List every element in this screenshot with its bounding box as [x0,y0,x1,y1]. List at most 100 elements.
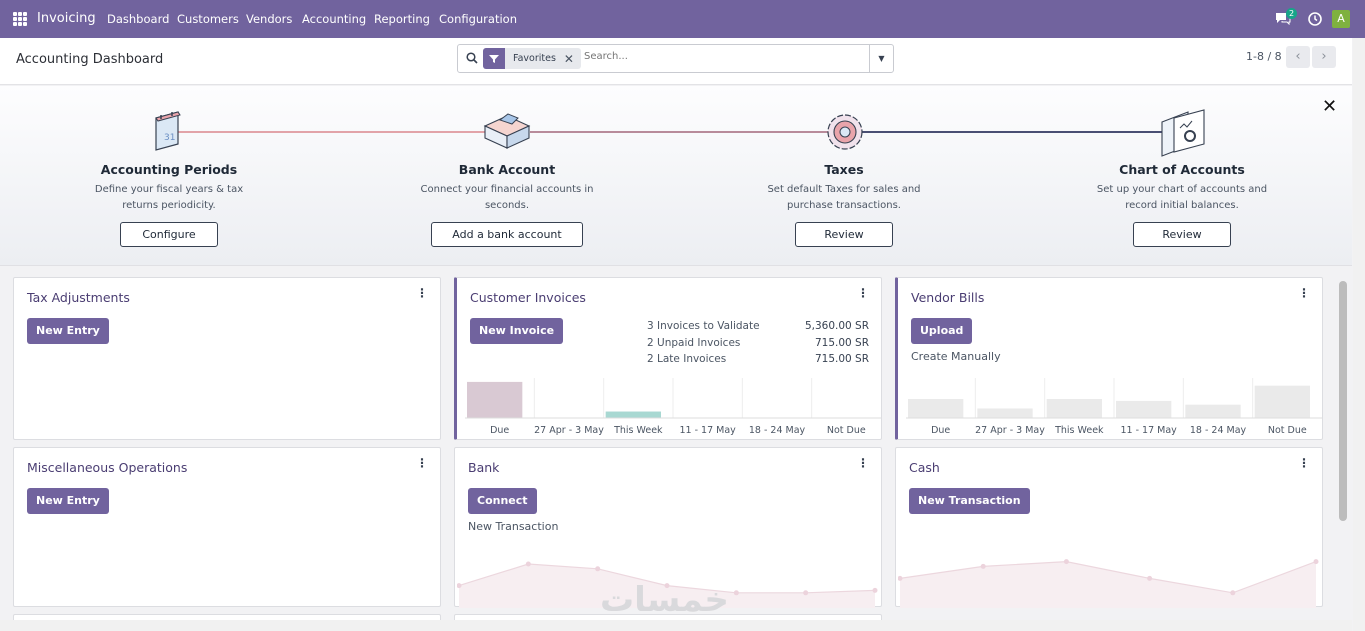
menu-customers[interactable]: Customers [177,12,239,26]
kebab-menu-icon[interactable]: ⋮ [1298,457,1310,469]
new-transaction-button[interactable]: New Transaction [909,488,1030,514]
search-bar: Favorites ✕ ▼ [457,44,894,73]
new-transaction-link[interactable]: New Transaction [468,520,558,533]
create-manually-link[interactable]: Create Manually [911,350,1001,363]
close-icon[interactable]: ✕ [1322,96,1337,117]
step-description: Set default Taxes for sales and purchase… [767,184,921,211]
review-chart-button[interactable]: Review [1133,222,1231,247]
card-title[interactable]: Tax Adjustments [27,290,130,305]
step-bank-account: Bank Account Connect your financial acco… [387,162,627,247]
horizontal-scrollbar[interactable] [0,620,1352,631]
app-name[interactable]: Invoicing [37,11,96,26]
stat-value: 715.00 SR [814,336,869,349]
new-entry-button[interactable]: New Entry [27,488,109,514]
gear-icon [827,114,863,150]
stat-label[interactable]: 2 Late Invoices [647,351,760,368]
step-description: Set up your chart of accounts and record… [1096,184,1268,211]
facet-remove-icon[interactable]: ✕ [562,52,581,66]
page-title: Accounting Dashboard [16,52,164,67]
menu-reporting[interactable]: Reporting [374,12,430,26]
chart-tick-label: Due [931,425,950,436]
chart-tick-label: Not Due [1268,425,1307,436]
kebab-menu-icon[interactable]: ⋮ [1298,287,1310,299]
step-title: Taxes [824,162,864,177]
kebab-menu-icon[interactable]: ⋮ [416,457,428,469]
tax-adjustments-card: Tax Adjustments ⋮ New Entry [13,277,441,440]
connect-button[interactable]: Connect [468,488,537,514]
step-title: Bank Account [458,162,556,177]
stat-value: 715.00 SR [814,353,869,365]
stat-label[interactable]: 2 Unpaid Invoices [647,335,760,352]
chart-point [980,563,986,569]
chart-bar [908,399,964,418]
chart-point [1147,575,1153,581]
chart-tick-label: 18 - 24 May [749,425,806,436]
upload-button[interactable]: Upload [911,318,973,344]
facet-label: Favorites [513,53,556,64]
customer-invoices-card: Customer Invoices ⋮ New Invoice 3 Invoic… [454,277,882,440]
menu-accounting[interactable]: Accounting [302,12,366,26]
chart-tick-label: Not Due [827,425,866,436]
progress-line-todo [862,131,1162,133]
review-taxes-button[interactable]: Review [795,222,893,247]
step-description: Connect your financial accounts in secon… [420,184,594,211]
chart-tick-label: 11 - 17 May [680,425,737,436]
chart-tick-label: Due [490,425,509,436]
chart-tick-label: 27 Apr - 3 May [975,425,1045,436]
vertical-scroll-thumb[interactable] [1339,281,1347,521]
control-panel: Accounting Dashboard Favorites ✕ ▼ 1-8 /… [0,38,1352,85]
menu-configuration[interactable]: Configuration [439,12,517,26]
search-input[interactable] [584,51,864,62]
menu-vendors[interactable]: Vendors [246,12,292,26]
chart-point [872,587,878,593]
pager-previous-button[interactable]: ‹ [1286,46,1310,68]
chart-bar [1254,385,1310,418]
bank-card-icon [483,113,531,149]
vendor-bills-bar-chart[interactable]: Due 27 Apr - 3 May This Week 11 - 17 May 18 … [906,378,1322,438]
apps-grid-icon[interactable] [13,12,27,26]
kebab-menu-icon[interactable]: ⋮ [857,287,869,299]
chart-bar [467,381,523,418]
customer-invoices-bar-chart[interactable]: Due 27 Apr - 3 May This Week 11 - 17 May 18 … [465,378,881,438]
add-bank-account-button[interactable]: Add a bank account [431,222,583,247]
kebab-menu-icon[interactable]: ⋮ [857,457,869,469]
configure-button[interactable]: Configure [120,222,218,247]
chart-tick-label: This Week [613,425,663,436]
chart-tick-label: 27 Apr - 3 May [534,425,604,436]
search-options-toggle[interactable]: ▼ [869,45,893,72]
favorites-facet: Favorites ✕ [483,48,581,69]
chart-tick-label: This Week [1054,425,1104,436]
cash-card: Cash ⋮ New Transaction [895,447,1323,608]
chart-point [1063,559,1069,565]
card-title[interactable]: Cash [909,460,940,475]
new-invoice-button[interactable]: New Invoice [470,318,564,344]
step-taxes: Taxes Set default Taxes for sales and pu… [724,162,964,247]
card-title[interactable]: Customer Invoices [470,290,586,305]
card-title[interactable]: Bank [468,460,499,475]
pager-next-button[interactable]: › [1312,46,1336,68]
chat-count-badge: 2 [1286,8,1298,19]
vertical-scrollbar[interactable] [1353,38,1365,631]
stat-label[interactable]: 3 Invoices to Validate [647,318,760,335]
card-title[interactable]: Miscellaneous Operations [27,460,187,475]
progress-line-done [178,131,506,133]
chart-bar [977,408,1033,418]
menu-dashboard[interactable]: Dashboard [107,12,169,26]
chart-point [525,561,531,567]
new-entry-button[interactable]: New Entry [27,318,109,344]
activity-clock-icon[interactable] [1308,12,1322,26]
misc-operations-card: Miscellaneous Operations ⋮ New Entry [13,447,441,607]
chart-of-accounts-icon [1161,109,1205,157]
step-accounting-periods: Accounting Periods Define your fiscal ye… [49,162,289,247]
search-icon[interactable] [466,52,478,64]
chart-bar [605,411,661,418]
pager-value[interactable]: 1-8 / 8 [1246,50,1282,63]
kebab-menu-icon[interactable]: ⋮ [416,287,428,299]
cash-balance-line-chart[interactable] [898,548,1320,608]
watermark-text: خمسات [600,580,729,620]
user-avatar[interactable]: A [1332,10,1350,28]
card-title[interactable]: Vendor Bills [911,290,984,305]
filter-icon [483,48,505,69]
top-navbar: Invoicing Dashboard Customers Vendors Ac… [0,0,1365,38]
invoice-stats-values: 5,360.00 SR 715.00 SR 715.00 SR [805,318,869,368]
